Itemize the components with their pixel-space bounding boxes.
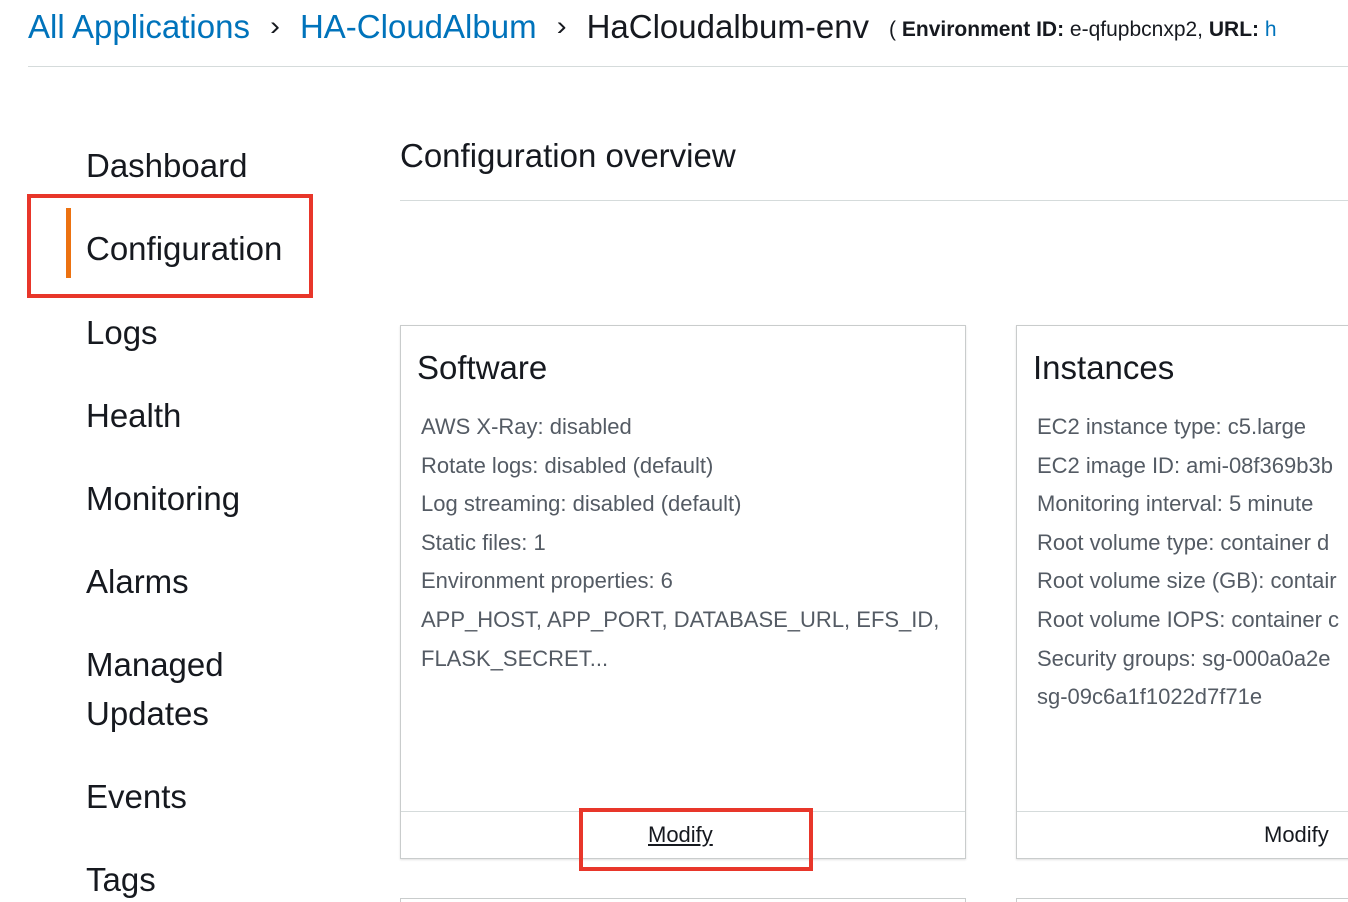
card-detail-line: Root volume size (GB): contair: [1037, 568, 1337, 594]
page-title: Configuration overview: [400, 137, 736, 174]
card-detail-line: EC2 image ID: ami-08f369b3b: [1037, 452, 1333, 478]
card-footer: Modify: [401, 811, 965, 858]
card-detail-line: Rotate logs: disabled (default): [421, 452, 714, 478]
card-next-row: [400, 898, 966, 902]
card-detail-line: FLASK_SECRET...: [421, 645, 609, 671]
breadcrumb-current-environment: HaCloudalbum-env: [586, 8, 870, 45]
environment-meta: ( Environment ID: e-qfupbcnxp2, URL: h: [889, 18, 1277, 42]
card-detail-line: Log streaming: disabled (default): [421, 491, 742, 517]
software-modify-button[interactable]: Modify: [648, 820, 713, 850]
sidebar-item-tags[interactable]: Tags: [86, 855, 156, 902]
sidebar-item-configuration[interactable]: Configuration: [86, 224, 282, 273]
card-detail-line: APP_HOST, APP_PORT, DATABASE_URL, EFS_ID…: [421, 606, 940, 632]
card-detail-line: Security groups: sg-000a0a2e: [1037, 645, 1331, 671]
breadcrumb-link-application[interactable]: HA-CloudAlbum: [300, 8, 537, 46]
environment-id-value: e-qfupbcnxp2,: [1069, 18, 1204, 41]
card-detail-line: EC2 instance type: c5.large: [1037, 414, 1307, 439]
card-detail-line: sg-09c6a1f1022d7f71e: [1037, 684, 1263, 710]
card-detail-line: Environment properties: 6: [421, 568, 673, 594]
page: All Applications › HA-CloudAlbum › HaClo…: [0, 0, 1348, 902]
software-card: Software AWS X-Ray: disabled Rotate logs…: [400, 325, 966, 859]
sidebar-item-managed-updates[interactable]: Managed: [86, 640, 224, 689]
card-detail-line: Monitoring interval: 5 minute: [1037, 491, 1314, 517]
sidebar-item-events[interactable]: Events: [86, 772, 187, 821]
sidebar-item-alarms[interactable]: Alarms: [86, 557, 189, 606]
environment-meta-open-paren: (: [889, 18, 897, 41]
header-divider: [28, 66, 1348, 67]
environment-id-label: Environment ID:: [901, 18, 1065, 41]
chevron-right-icon: ›: [269, 11, 280, 42]
instances-modify-button[interactable]: Modify: [1264, 820, 1329, 850]
sidebar-item-health[interactable]: Health: [86, 391, 181, 440]
card-details: AWS X-Ray: disabled Rotate logs: disable…: [421, 408, 939, 678]
card-detail-line: AWS X-Ray: disabled: [421, 414, 632, 439]
sidebar-item-managed-updates-line2[interactable]: Updates: [86, 689, 209, 738]
card-detail-line: Static files: 1: [421, 529, 546, 555]
sidebar-item-monitoring[interactable]: Monitoring: [86, 474, 240, 523]
card-detail-line: Root volume IOPS: container c: [1037, 606, 1340, 632]
card-title: Instances: [1033, 349, 1175, 386]
card-details: EC2 instance type: c5.large EC2 image ID…: [1037, 408, 1339, 717]
chevron-right-icon: ›: [556, 11, 567, 42]
breadcrumb: All Applications › HA-CloudAlbum › HaClo…: [28, 5, 1277, 49]
environment-url-value[interactable]: h: [1265, 18, 1277, 41]
instances-card: Instances EC2 instance type: c5.large EC…: [1016, 325, 1348, 859]
sidebar-item-logs[interactable]: Logs: [86, 308, 158, 357]
environment-url-label: URL:: [1208, 18, 1260, 41]
breadcrumb-link-all-applications[interactable]: All Applications: [28, 8, 250, 46]
title-divider: [400, 200, 1348, 201]
active-indicator: [66, 208, 71, 278]
card-title: Software: [417, 349, 548, 386]
sidebar-item-dashboard[interactable]: Dashboard: [86, 141, 247, 190]
card-detail-line: Root volume type: container d: [1037, 529, 1330, 555]
card-footer: Modify: [1017, 811, 1348, 858]
card-next-row: [1016, 898, 1348, 902]
